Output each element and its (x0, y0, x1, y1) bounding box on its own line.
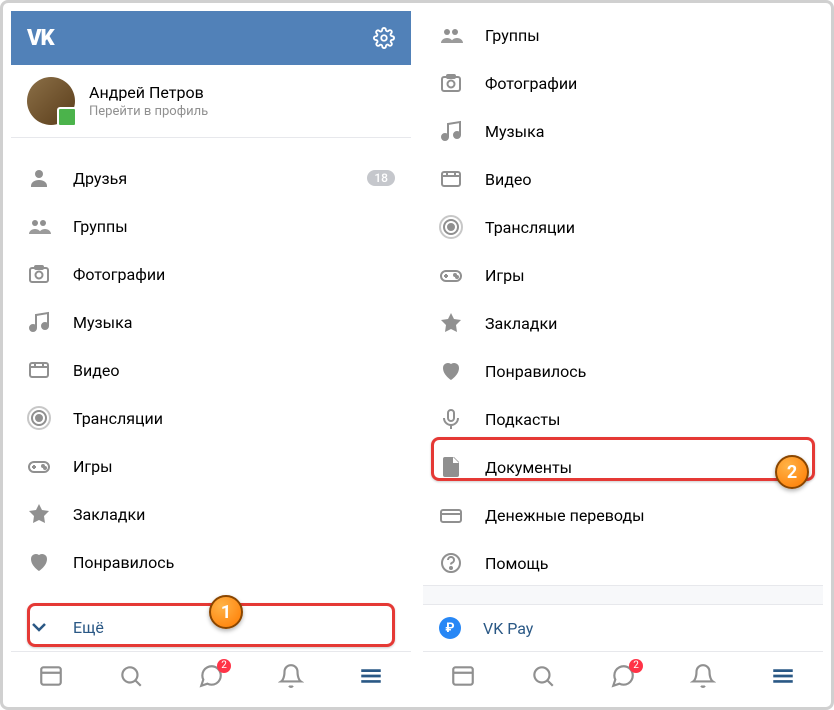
nav-badge: 2 (217, 659, 231, 673)
photos-icon (439, 71, 463, 95)
friends-icon (27, 166, 51, 190)
photos-icon (27, 262, 51, 286)
menu-label: Подкасты (485, 410, 807, 429)
nav-notifications[interactable] (277, 662, 305, 690)
more-button[interactable]: Ещё (11, 603, 411, 651)
menu-label: Фотографии (73, 265, 395, 284)
menu-label: Музыка (485, 122, 807, 141)
liked-icon (27, 550, 51, 574)
menu-label: Группы (485, 26, 807, 45)
video-icon (439, 167, 463, 191)
menu-label: Понравилось (485, 362, 807, 381)
menu-item-video[interactable]: Видео (11, 346, 411, 394)
vkpay-label: VK Pay (483, 619, 533, 638)
podcasts-icon (439, 407, 463, 431)
menu-list: Друзья 18 Группы Фотографии Музыка Видео Транс… (11, 154, 411, 603)
menu-label: Трансляции (73, 409, 395, 428)
profile-name: Андрей Петров (89, 83, 208, 102)
nav-messages[interactable]: 2 (609, 662, 637, 690)
groups-icon (27, 214, 51, 238)
chevron-down-icon (27, 615, 51, 639)
menu-label: Видео (73, 361, 395, 380)
menu-item-photos[interactable]: Фотографии (423, 59, 823, 107)
video-icon (27, 358, 51, 382)
menu-label: Трансляции (485, 218, 807, 237)
nav-search[interactable] (117, 662, 145, 690)
menu-item-games[interactable]: Игры (11, 442, 411, 490)
menu-label: Музыка (73, 313, 395, 332)
vkpay-icon: ₽ (439, 617, 461, 639)
liked-icon (439, 359, 463, 383)
menu-item-photos[interactable]: Фотографии (11, 250, 411, 298)
games-icon (27, 454, 51, 478)
nav-news[interactable] (37, 662, 65, 690)
nav-menu[interactable] (357, 662, 385, 690)
nav-menu[interactable] (769, 662, 797, 690)
menu-label: Денежные переводы (485, 506, 807, 525)
menu-item-podcasts[interactable]: Подкасты (423, 395, 823, 443)
nav-messages[interactable]: 2 (197, 662, 225, 690)
menu-label: Помощь (485, 554, 807, 573)
menu-list: Группы Фотографии Музыка Видео Трансляции Игр… (423, 11, 823, 585)
menu-label: Игры (485, 266, 807, 285)
bottom-nav: 2 (423, 651, 823, 699)
more-label: Ещё (73, 618, 395, 637)
menu-label: Группы (73, 217, 395, 236)
settings-button[interactable] (373, 27, 395, 49)
live-icon (27, 406, 51, 430)
documents-icon (439, 455, 463, 479)
money-icon (439, 503, 463, 527)
menu-item-friends[interactable]: Друзья 18 (11, 154, 411, 202)
help-icon (439, 551, 463, 575)
menu-item-liked[interactable]: Понравилось (11, 538, 411, 586)
bottom-nav: 2 (11, 651, 411, 699)
music-icon (27, 310, 51, 334)
menu-item-groups[interactable]: Группы (423, 11, 823, 59)
menu-label: Понравилось (73, 553, 395, 572)
live-icon (439, 215, 463, 239)
screenshot-right: Группы Фотографии Музыка Видео Трансляции Игр… (423, 11, 823, 699)
avatar (27, 77, 75, 125)
profile-row[interactable]: Андрей Петров Перейти в профиль (11, 65, 411, 138)
screenshot-left: VK Андрей Петров Перейти в профиль Друзь… (11, 11, 411, 699)
nav-badge: 2 (629, 659, 643, 673)
menu-item-music[interactable]: Музыка (423, 107, 823, 155)
menu-item-money[interactable]: Денежные переводы (423, 491, 823, 539)
menu-item-music[interactable]: Музыка (11, 298, 411, 346)
menu-item-liked[interactable]: Понравилось (423, 347, 823, 395)
menu-item-help[interactable]: Помощь (423, 539, 823, 585)
menu-label: Друзья (73, 169, 345, 188)
app-header: VK (11, 11, 411, 65)
menu-label: Документы (485, 458, 807, 477)
menu-item-bookmarks[interactable]: Закладки (423, 299, 823, 347)
profile-subtitle: Перейти в профиль (89, 104, 208, 119)
music-icon (439, 119, 463, 143)
vkpay-row[interactable]: ₽ VK Pay (423, 605, 823, 651)
menu-item-video[interactable]: Видео (423, 155, 823, 203)
menu-item-bookmarks[interactable]: Закладки (11, 490, 411, 538)
menu-item-live[interactable]: Трансляции (423, 203, 823, 251)
menu-label: Игры (73, 457, 395, 476)
games-icon (439, 263, 463, 287)
menu-item-live[interactable]: Трансляции (11, 394, 411, 442)
menu-label: Закладки (485, 314, 807, 333)
menu-label: Видео (485, 170, 807, 189)
nav-news[interactable] (449, 662, 477, 690)
menu-label: Закладки (73, 505, 395, 524)
nav-search[interactable] (529, 662, 557, 690)
bookmarks-icon (439, 311, 463, 335)
nav-notifications[interactable] (689, 662, 717, 690)
vk-logo-icon: VK (27, 26, 54, 51)
count-badge: 18 (367, 170, 395, 186)
menu-item-documents[interactable]: Документы (423, 443, 823, 491)
bookmarks-icon (27, 502, 51, 526)
menu-item-games[interactable]: Игры (423, 251, 823, 299)
menu-label: Фотографии (485, 74, 807, 93)
menu-item-groups[interactable]: Группы (11, 202, 411, 250)
groups-icon (439, 23, 463, 47)
